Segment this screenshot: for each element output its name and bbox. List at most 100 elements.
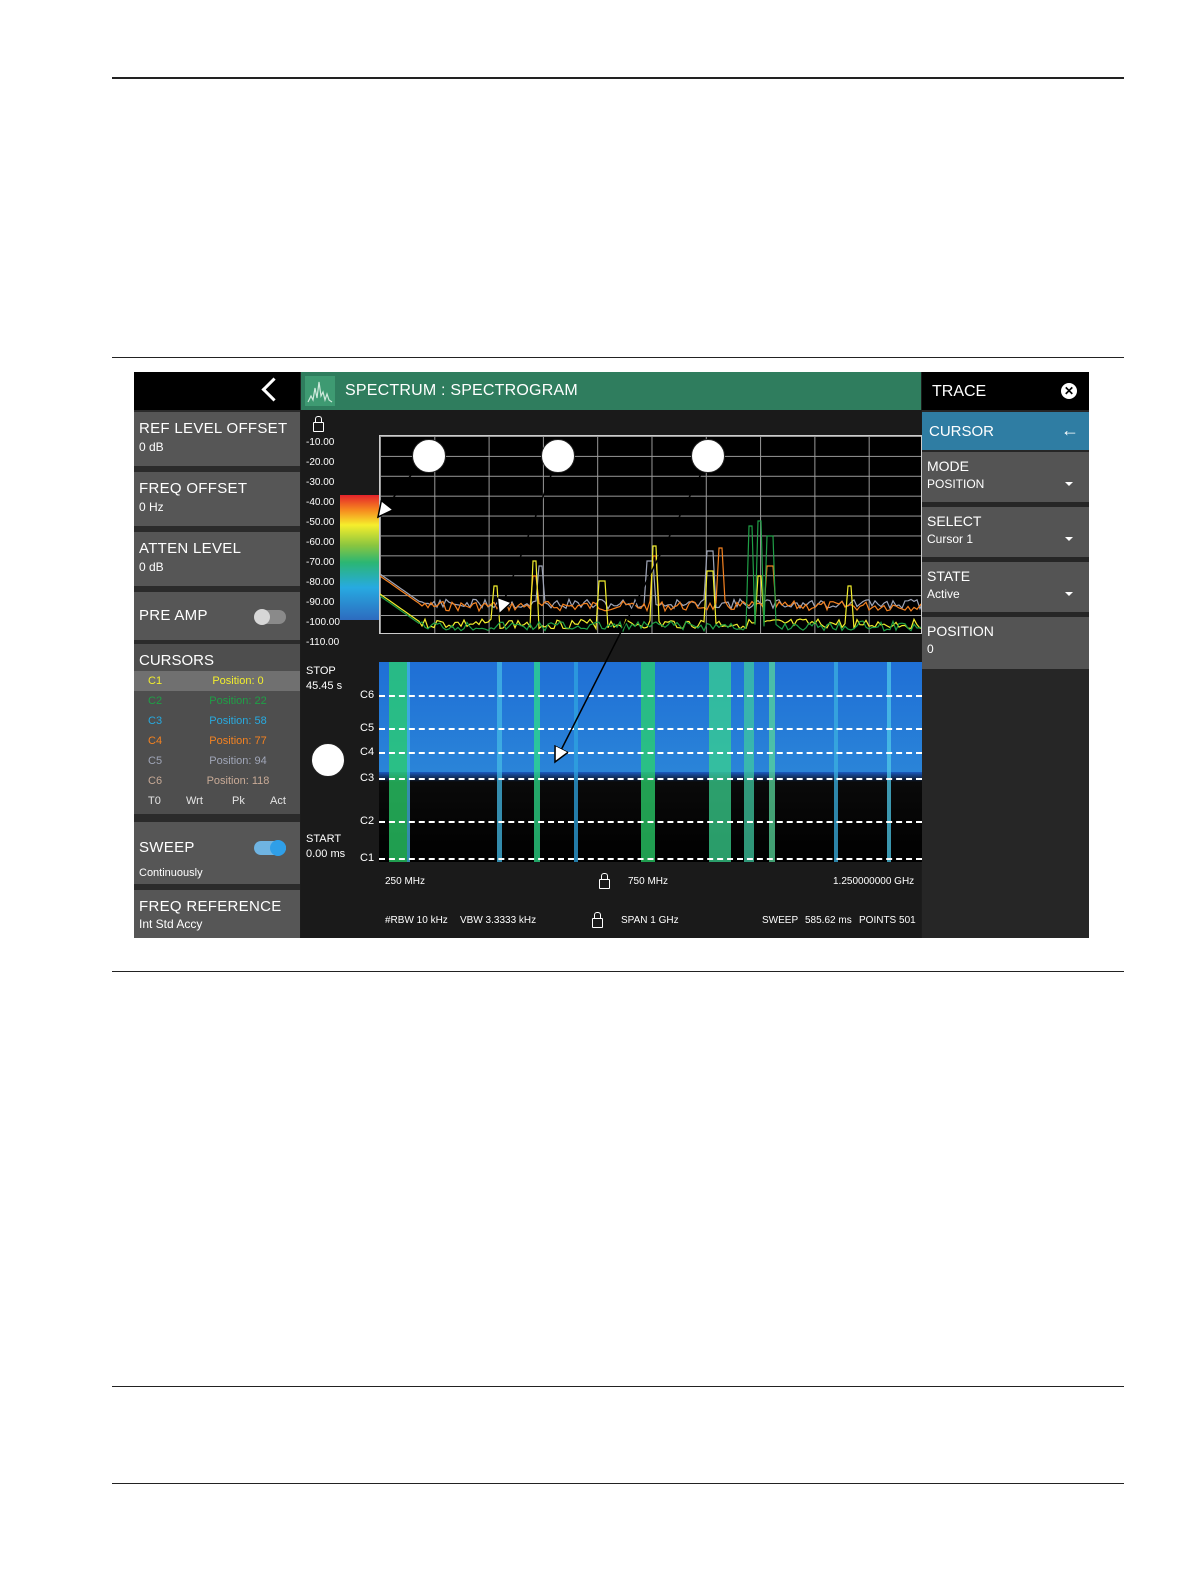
cursor-menu-title: CURSOR bbox=[929, 423, 995, 440]
y-tick-label: -20.00 bbox=[306, 457, 335, 468]
spectrum-trace bbox=[380, 545, 921, 631]
back-arrow-icon[interactable]: ← bbox=[1061, 420, 1079, 441]
cursor-line-label: C1 bbox=[360, 852, 375, 864]
position-label: POSITION bbox=[927, 623, 994, 639]
mode-value: POSITION bbox=[927, 477, 985, 491]
state-dropdown[interactable]: STATE Active bbox=[922, 562, 1089, 612]
spectrogram-band bbox=[887, 662, 891, 862]
cursor-line-label: C2 bbox=[360, 815, 375, 827]
freq-center-label: 750 MHz bbox=[628, 876, 669, 887]
footer-rule-2 bbox=[112, 1483, 1124, 1484]
cursor-line bbox=[379, 778, 922, 780]
cursor-position: Position: 0 bbox=[212, 675, 264, 687]
trace-flag: Wrt bbox=[186, 795, 203, 807]
trace-title: TRACE bbox=[932, 383, 987, 400]
sweep-value: Continuously bbox=[139, 867, 203, 879]
right-panel: TRACE ✕ CURSOR ← MODE POSITION SELECT Cu… bbox=[922, 372, 1089, 938]
back-bar[interactable] bbox=[134, 372, 300, 410]
rbw-label: #RBW 10 kHz bbox=[385, 915, 448, 926]
instrument-screen: REF LEVEL OFFSET 0 dB FREQ OFFSET 0 Hz A… bbox=[134, 372, 1089, 938]
dropdown-arrow-icon bbox=[1065, 482, 1073, 486]
spectrogram-band bbox=[709, 662, 731, 862]
spectrum-app-icon[interactable] bbox=[305, 376, 335, 406]
footer-rule-1 bbox=[112, 1386, 1124, 1387]
trace-flags: T0 Wrt Pk Act bbox=[134, 791, 300, 811]
spectrogram-band bbox=[407, 662, 410, 862]
spectrogram-band bbox=[389, 662, 407, 862]
points-label: POINTS 501 bbox=[859, 915, 916, 926]
freq-offset-button[interactable]: FREQ OFFSET 0 Hz bbox=[134, 472, 300, 526]
lock-icon[interactable] bbox=[313, 416, 324, 432]
position-input[interactable]: POSITION 0 bbox=[922, 617, 1089, 669]
ref-level-offset-label: REF LEVEL OFFSET bbox=[139, 420, 288, 437]
main-display: SPECTRUM : SPECTROGRAM -10.00 -20.00 -30.0… bbox=[301, 372, 922, 938]
cursor-line-label: C4 bbox=[360, 746, 375, 758]
sweep-toggle[interactable] bbox=[254, 840, 286, 856]
cursors-title: CURSORS bbox=[139, 652, 215, 669]
cursor-menu-header[interactable]: CURSOR ← bbox=[922, 412, 1089, 450]
mode-dropdown[interactable]: MODE POSITION bbox=[922, 452, 1089, 502]
screen-title: SPECTRUM : SPECTROGRAM bbox=[345, 382, 578, 399]
cursor-line-label: C5 bbox=[360, 722, 375, 734]
freq-reference-label: FREQ REFERENCE bbox=[139, 898, 282, 915]
vbw-label: VBW 3.3333 kHz bbox=[460, 915, 537, 926]
cursors-panel: CURSORS C1 Position: 0 C2 Position: 22 C3 Pos… bbox=[134, 644, 300, 814]
cursor-position: Position: 118 bbox=[206, 775, 270, 787]
cursor-row[interactable]: C5 Position: 94 bbox=[134, 751, 300, 771]
atten-level-button[interactable]: ATTEN LEVEL 0 dB bbox=[134, 532, 300, 586]
cursor-line bbox=[379, 728, 922, 730]
freq-offset-label: FREQ OFFSET bbox=[139, 480, 248, 497]
cursor-position: Position: 77 bbox=[209, 735, 267, 747]
spectrogram-band bbox=[497, 662, 502, 862]
close-icon[interactable]: ✕ bbox=[1061, 383, 1077, 399]
title-bar: SPECTRUM : SPECTROGRAM bbox=[301, 372, 921, 410]
start-value: 0.00 ms bbox=[306, 848, 346, 860]
ref-level-offset-value: 0 dB bbox=[139, 440, 164, 454]
callout-circle bbox=[541, 439, 575, 473]
select-dropdown[interactable]: SELECT Cursor 1 bbox=[922, 507, 1089, 557]
lock-icon[interactable] bbox=[592, 912, 603, 928]
pre-amp-toggle[interactable] bbox=[254, 609, 286, 625]
stop-value: 45.45 s bbox=[306, 680, 343, 692]
back-chevron-icon[interactable] bbox=[261, 377, 286, 402]
cursor-position: Position: 58 bbox=[209, 715, 267, 727]
atten-level-label: ATTEN LEVEL bbox=[139, 540, 242, 557]
freq-offset-value: 0 Hz bbox=[139, 500, 164, 514]
trace-header: TRACE ✕ bbox=[922, 372, 1089, 410]
span-label: SPAN 1 GHz bbox=[621, 915, 679, 926]
stop-label: STOP bbox=[306, 665, 336, 677]
spectrogram[interactable] bbox=[379, 662, 922, 862]
freq-start-label: 250 MHz bbox=[385, 876, 426, 887]
color-scale-bar bbox=[340, 495, 379, 620]
state-value: Active bbox=[927, 587, 960, 601]
toggle-knob bbox=[254, 609, 270, 625]
cursor-row[interactable]: C1 Position: 0 bbox=[134, 671, 300, 691]
cursor-row[interactable]: C3 Position: 58 bbox=[134, 711, 300, 731]
cursor-line bbox=[379, 752, 922, 754]
spectrum-plot[interactable] bbox=[379, 435, 922, 634]
trace-flag: Pk bbox=[232, 795, 245, 807]
cursor-row[interactable]: C2 Position: 22 bbox=[134, 691, 300, 711]
cursor-row[interactable]: C6 Position: 118 bbox=[134, 771, 300, 791]
cursor-position: Position: 94 bbox=[209, 755, 267, 767]
freq-reference-button[interactable]: FREQ REFERENCE Int Std Accy bbox=[134, 890, 300, 938]
cursor-line-label: C3 bbox=[360, 772, 375, 784]
cursor-row[interactable]: C4 Position: 77 bbox=[134, 731, 300, 751]
spectrogram-band bbox=[834, 662, 838, 862]
trace-flag: Act bbox=[270, 795, 286, 807]
ref-level-offset-button[interactable]: REF LEVEL OFFSET 0 dB bbox=[134, 412, 300, 466]
lock-icon[interactable] bbox=[599, 873, 610, 889]
figure-top-rule bbox=[112, 357, 1124, 358]
callout-circle bbox=[412, 439, 446, 473]
pre-amp-button[interactable]: PRE AMP bbox=[134, 592, 300, 640]
left-panel: REF LEVEL OFFSET 0 dB FREQ OFFSET 0 Hz A… bbox=[134, 372, 300, 938]
state-label: STATE bbox=[927, 568, 971, 584]
spectrogram-band bbox=[769, 662, 775, 862]
cursor-line bbox=[379, 695, 922, 697]
figure-bottom-rule bbox=[112, 971, 1124, 972]
y-tick-label: -110.00 bbox=[306, 637, 340, 648]
sweep-button[interactable]: SWEEP Continuously bbox=[134, 822, 300, 884]
dropdown-arrow-icon bbox=[1065, 592, 1073, 596]
mode-label: MODE bbox=[927, 458, 969, 474]
sweep-time-value: 585.62 ms bbox=[805, 915, 852, 926]
